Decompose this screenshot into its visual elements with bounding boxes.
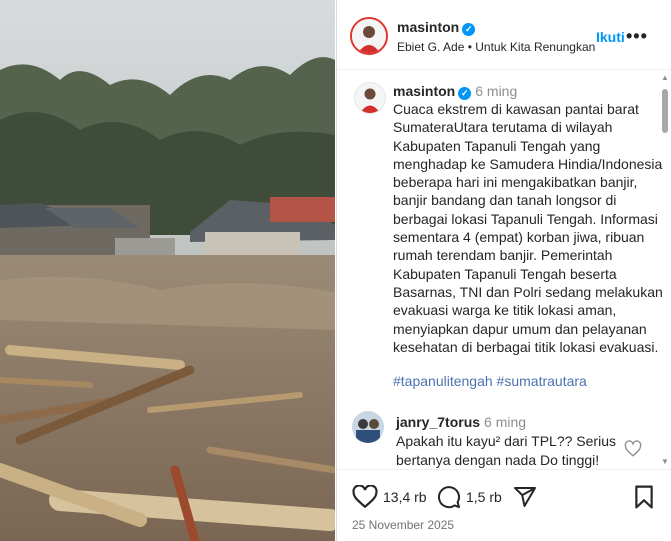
caption-header: masinton ✓ 6 ming [393,83,517,100]
comments-scrollbar[interactable]: ▲ ▼ [660,73,670,468]
scroll-up-arrow-icon[interactable]: ▲ [660,73,670,83]
comments-scroll-area[interactable]: masinton ✓ 6 ming Cuaca ekstrem di kawasan… [337,71,671,468]
author-avatar[interactable] [350,17,388,55]
bookmark-icon[interactable] [633,485,655,509]
scroll-down-arrow-icon[interactable]: ▼ [660,457,670,467]
heart-icon[interactable] [352,485,378,509]
post-actions-bar: 13,4 rb 1,5 rb 25 November 2025 [337,469,671,541]
post-date[interactable]: 25 November 2025 [352,518,454,532]
reply-text: Apakah itu kayu² dari TPL?? Serius berta… [396,433,616,468]
author-username[interactable]: masinton [397,19,459,35]
post-header: masinton ✓ Ebiet G. Ade • Untuk Kita Renu… [337,0,671,70]
caption-time[interactable]: 6 ming [475,83,517,99]
more-options-button[interactable]: ••• [626,26,648,47]
reply-avatar[interactable] [352,411,384,443]
reply-header: janry_7torus 6 ming [396,414,526,430]
reply-username[interactable]: janry_7torus [396,414,480,430]
caption-text: Cuaca ekstrem di kawasan pantai barat Su… [393,101,663,355]
comment-count[interactable]: 1,5 rb [466,489,502,505]
hashtag-link[interactable]: #sumatrautara [497,373,587,389]
scrollbar-thumb[interactable] [662,89,668,133]
caption-author-avatar[interactable] [354,82,386,114]
author-username-row: masinton ✓ [397,19,476,37]
music-label[interactable]: Ebiet G. Ade • Untuk Kita Renungkan [397,40,595,54]
reply-time[interactable]: 6 ming [484,414,526,430]
verified-badge-icon: ✓ [462,23,476,36]
post-detail-panel: masinton ✓ Ebiet G. Ade • Untuk Kita Renu… [336,0,671,541]
post-media[interactable] [0,0,335,541]
follow-button[interactable]: Ikuti [596,29,625,45]
comment-bubble-icon[interactable] [437,485,461,509]
send-icon[interactable] [513,485,537,509]
like-count[interactable]: 13,4 rb [383,489,427,505]
verified-badge-icon: ✓ [458,87,472,100]
hashtag-link[interactable]: #tapanulitengah [393,373,493,389]
reply-like-heart-icon[interactable] [624,440,642,458]
flood-photo [0,0,335,541]
hashtags: #tapanulitengah #sumatrautara [393,373,587,389]
caption-username[interactable]: masinton [393,83,455,99]
